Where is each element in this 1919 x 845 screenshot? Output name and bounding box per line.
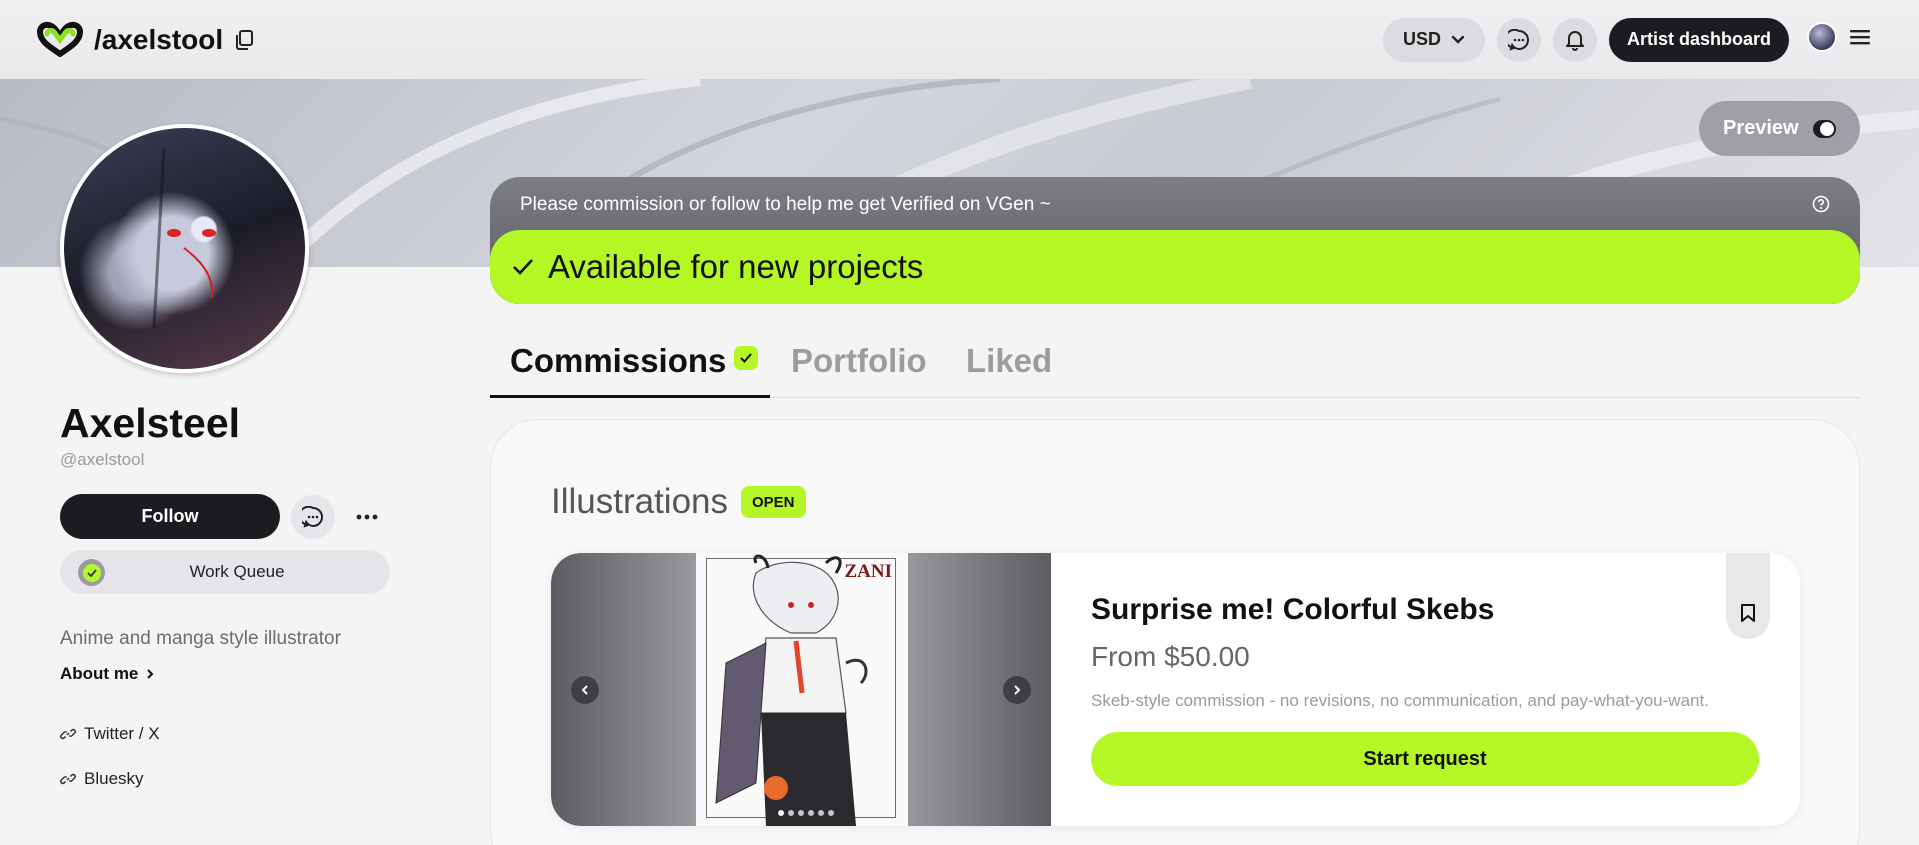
commission-card[interactable]: ZANI Surprise me! Colorful Skebs From $5…: [551, 553, 1800, 826]
carousel-dot[interactable]: [828, 810, 834, 816]
messages-button[interactable]: [1496, 17, 1541, 62]
carousel-dot[interactable]: [798, 810, 804, 816]
carousel-dots: [778, 810, 834, 816]
profile-tabs: Commissions Portfolio Liked: [490, 340, 1860, 398]
check-circle-icon: [78, 559, 105, 586]
carousel-dot[interactable]: [818, 810, 824, 816]
work-queue-button[interactable]: Work Queue: [60, 550, 390, 594]
user-avatar[interactable]: [1807, 22, 1837, 52]
profile-name: Axelsteel: [60, 400, 241, 446]
chat-bubble-icon: [1507, 28, 1529, 51]
active-tab-indicator: [490, 395, 770, 398]
social-link-twitter[interactable]: Twitter / X: [60, 724, 160, 744]
social-link-bluesky[interactable]: Bluesky: [60, 769, 144, 789]
verified-check-icon: [734, 346, 759, 371]
bookmark-icon: [1741, 604, 1755, 622]
about-me-link[interactable]: About me: [60, 664, 154, 684]
currency-label: USD: [1402, 29, 1441, 49]
tab-portfolio[interactable]: Portfolio: [791, 342, 927, 380]
availability-status: Available for new projects: [490, 230, 1860, 304]
tab-liked[interactable]: Liked: [966, 342, 1052, 380]
verification-notice: Please commission or follow to help me g…: [490, 177, 1860, 304]
verification-notice-text: Please commission or follow to help me g…: [520, 194, 1051, 215]
chevron-right-icon: [1014, 685, 1021, 695]
page-handle-title: /axelstool: [94, 23, 224, 55]
preview-toggle[interactable]: Preview: [1699, 101, 1860, 156]
tab-label: Commissions: [510, 342, 727, 379]
topbar-actions: USD Artist dashboard: [1382, 17, 1789, 62]
work-queue-label: Work Queue: [189, 562, 285, 581]
about-me-label: About me: [60, 664, 139, 683]
status-badge: OPEN: [741, 486, 806, 518]
chevron-down-icon: [1451, 35, 1465, 44]
help-icon[interactable]: [1812, 195, 1830, 213]
link-icon: [60, 728, 76, 740]
profile-avatar: [60, 124, 309, 373]
notifications-button[interactable]: [1552, 17, 1597, 62]
availability-text: Available for new projects: [548, 248, 924, 285]
social-link-label: Bluesky: [84, 769, 144, 788]
tab-commissions[interactable]: Commissions: [510, 342, 759, 380]
section-title: Illustrations: [551, 482, 729, 521]
chat-bubble-icon: [302, 506, 323, 528]
chevron-left-icon: [581, 685, 588, 695]
ellipsis-icon: [356, 514, 378, 520]
account-menu[interactable]: [1807, 22, 1871, 52]
bell-icon: [1565, 30, 1584, 51]
link-icon: [60, 773, 76, 785]
start-request-button[interactable]: Start request: [1091, 732, 1759, 786]
artist-dashboard-button[interactable]: Artist dashboard: [1608, 17, 1789, 62]
commission-description: Skeb-style commission - no revisions, no…: [1091, 691, 1709, 710]
carousel-dot[interactable]: [778, 810, 784, 816]
carousel-dot[interactable]: [808, 810, 814, 816]
social-link-label: Twitter / X: [84, 724, 160, 743]
vgen-logo[interactable]: [34, 20, 86, 60]
commission-title: Surprise me! Colorful Skebs: [1091, 593, 1495, 626]
carousel-next-button[interactable]: [1003, 676, 1031, 704]
top-bar: /axelstool USD Artist dashboard: [0, 0, 1919, 79]
carousel-prev-button[interactable]: [571, 676, 599, 704]
image-carousel[interactable]: ZANI: [551, 553, 1051, 826]
bookmark-button[interactable]: [1726, 553, 1770, 639]
more-options-button[interactable]: [352, 504, 382, 530]
hamburger-menu-icon[interactable]: [1849, 28, 1871, 46]
preview-label: Preview: [1723, 117, 1799, 139]
profile-bio: Anime and manga style illustrator: [60, 628, 341, 649]
currency-selector[interactable]: USD: [1382, 17, 1485, 62]
profile-username: @axelstool: [60, 450, 145, 469]
toggle-switch[interactable]: [1812, 119, 1836, 138]
commission-artwork: ZANI: [696, 553, 908, 826]
copy-icon[interactable]: [235, 29, 255, 51]
carousel-dot[interactable]: [788, 810, 794, 816]
follow-button[interactable]: Follow: [60, 494, 280, 539]
message-artist-button[interactable]: [291, 495, 335, 539]
checkmark-icon: [513, 259, 533, 275]
chevron-right-icon: [147, 669, 154, 679]
commission-price: From $50.00: [1091, 641, 1250, 672]
artwork-label: ZANI: [844, 561, 892, 582]
